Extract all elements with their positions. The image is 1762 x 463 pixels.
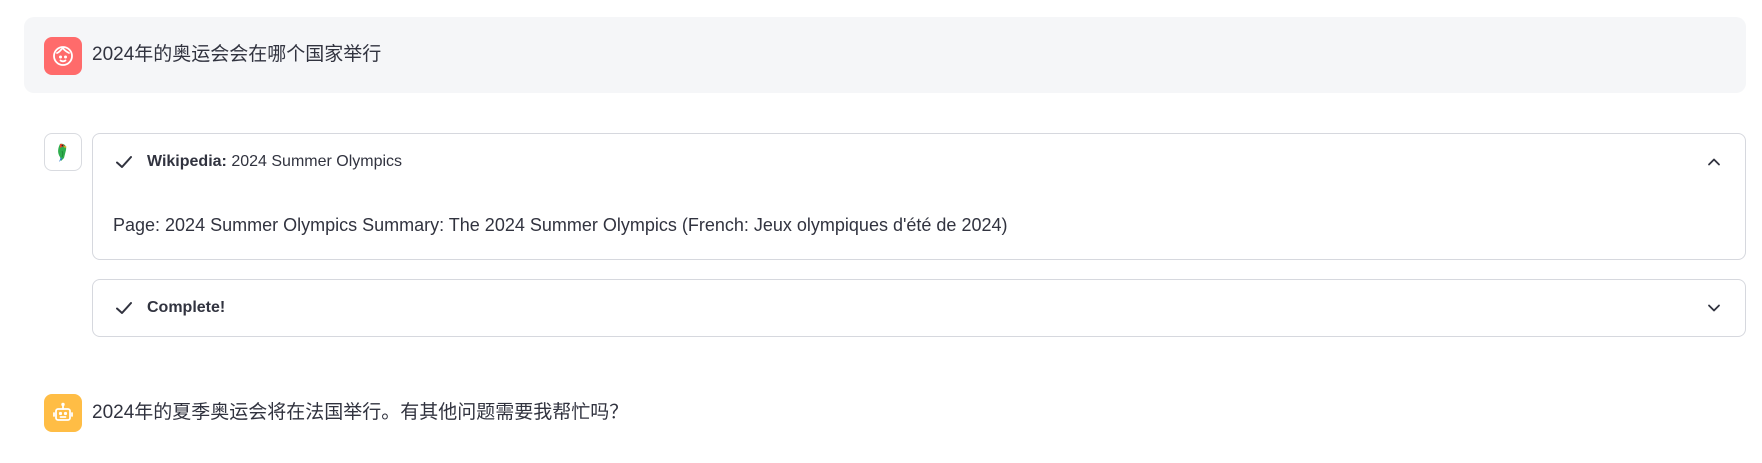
tool-step-header[interactable]: Complete! (113, 280, 1725, 336)
user-face-icon (44, 37, 82, 75)
chat-container: 2024年的奥运会会在哪个国家举行 Wikipedia: 2024 Summer… (0, 0, 1762, 463)
tool-step-title: Complete! (147, 299, 225, 317)
chevron-down-icon[interactable] (1703, 297, 1725, 319)
tool-step-source: Complete! (147, 299, 226, 316)
parrot-icon (44, 133, 82, 171)
chevron-up-icon[interactable] (1703, 151, 1725, 173)
user-message-text: 2024年的奥运会会在哪个国家举行 (92, 44, 382, 65)
tool-step-complete: Complete! (92, 279, 1746, 337)
tool-step-header[interactable]: Wikipedia: 2024 Summer Olympics (113, 134, 1725, 190)
check-icon (113, 297, 135, 319)
tool-step-wikipedia: Wikipedia: 2024 Summer Olympics Page: 20… (92, 133, 1746, 260)
tool-step-query: 2024 Summer Olympics (231, 153, 403, 170)
tool-step-source: Wikipedia: (147, 153, 227, 170)
assistant-message-text: 2024年的夏季奥运会将在法国举行。有其他问题需要我帮忙吗？ (92, 402, 629, 423)
check-icon (113, 151, 135, 173)
tool-step-title: Wikipedia: 2024 Summer Olympics (147, 153, 402, 171)
robot-icon (44, 394, 82, 432)
tool-step-body: Page: 2024 Summer Olympics Summary: The … (113, 215, 1008, 235)
user-message: 2024年的奥运会会在哪个国家举行 (24, 17, 1746, 93)
